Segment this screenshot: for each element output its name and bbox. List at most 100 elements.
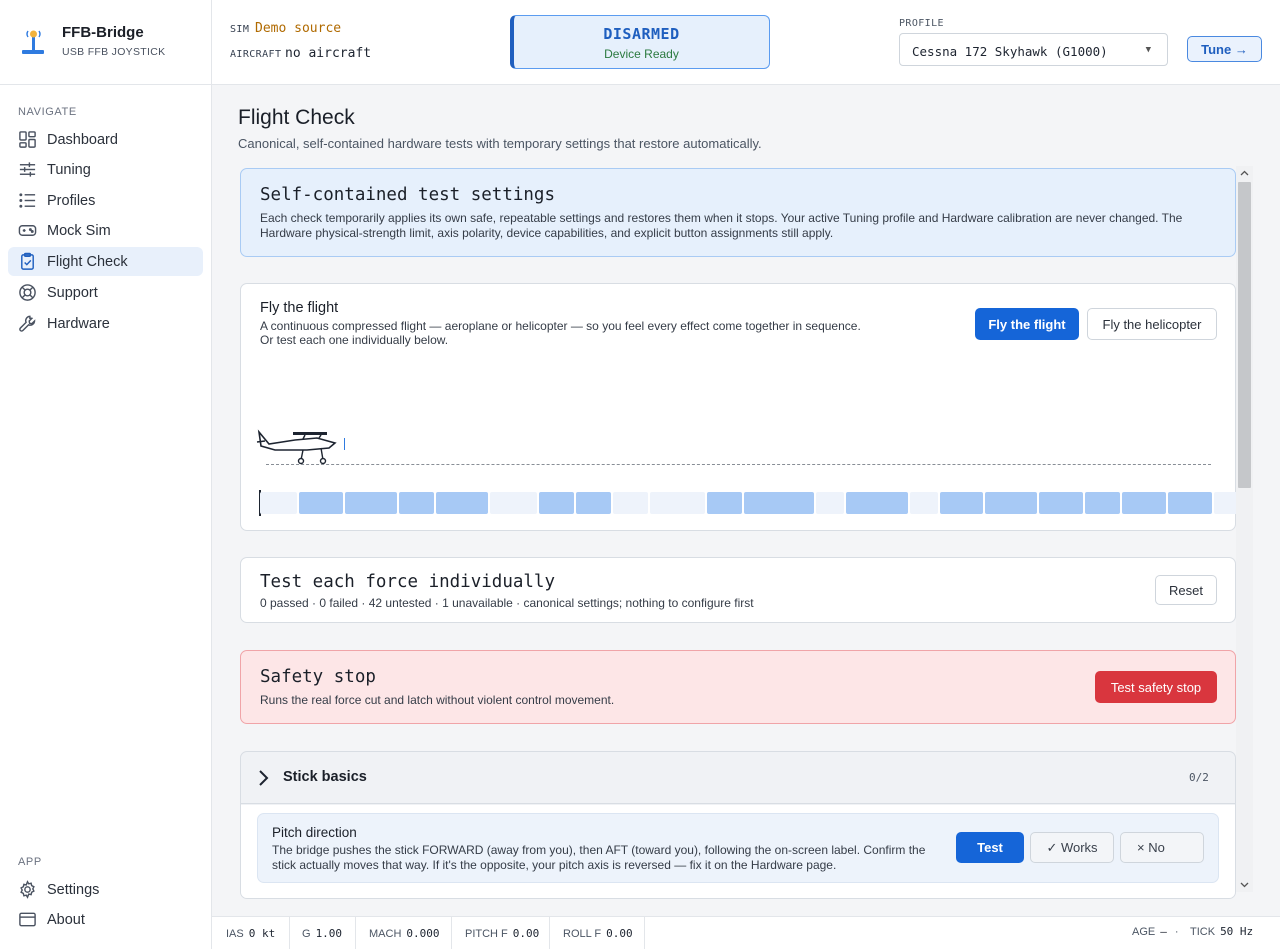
- sidebar-item-hardware[interactable]: Hardware: [8, 309, 203, 338]
- sidebar-item-profiles[interactable]: Profiles: [8, 186, 203, 215]
- aircraft-label: AIRCRAFT: [230, 49, 282, 60]
- timeline-segment: [985, 492, 1037, 514]
- timeline-segment: [576, 492, 611, 514]
- works-button[interactable]: ✓ Works: [1030, 832, 1114, 863]
- divider: [289, 917, 290, 949]
- status-bar: IAS 0 kt G 1.00 MACH 0.000 PITCH F 0.00 ROLL…: [212, 916, 1280, 949]
- individual-tests-summary: 0 passed · 0 failed · 42 untested · 1 un…: [260, 596, 754, 610]
- sidebar-item-support[interactable]: Support: [8, 278, 203, 307]
- timeline-segment: [1085, 492, 1120, 514]
- age-label: AGE: [1132, 926, 1156, 938]
- timeline-segment: [260, 492, 297, 514]
- sidebar-item-label: Mock Sim: [47, 222, 111, 239]
- timeline-segment: [650, 492, 705, 514]
- safety-stop-title: Safety stop: [260, 667, 376, 687]
- timeline-segment: [490, 492, 537, 514]
- scrollbar-thumb[interactable]: [1238, 182, 1251, 488]
- individual-tests-title: Test each force individually: [260, 572, 556, 592]
- ias-value: 0 kt: [248, 927, 276, 940]
- sliders-icon: [19, 162, 36, 177]
- tune-button[interactable]: Tune →: [1187, 36, 1262, 62]
- scroll-up-icon[interactable]: [1240, 170, 1249, 176]
- device-state: Device Ready: [604, 47, 679, 61]
- sidebar-item-label: Hardware: [47, 315, 110, 332]
- roll-force-label: ROLL F: [563, 928, 602, 940]
- test-settings-title: Self-contained test settings: [260, 185, 556, 205]
- sidebar-item-label: Support: [47, 284, 98, 301]
- profile-select[interactable]: Cessna 172 Skyhawk (G1000) ▼: [899, 33, 1168, 66]
- mach-value: 0.000: [406, 927, 440, 940]
- scroll-down-icon[interactable]: [1240, 882, 1249, 888]
- sidebar-item-label: Profiles: [47, 192, 96, 209]
- timeline-segment: [1039, 492, 1083, 514]
- timeline-segment: [436, 492, 488, 514]
- flight-path-line: [266, 464, 1211, 465]
- sidebar-item-dashboard[interactable]: Dashboard: [8, 125, 203, 154]
- pitch-force-label: PITCH F: [465, 928, 508, 940]
- timeline-segment: [744, 492, 814, 514]
- sim-label: SIM: [230, 24, 250, 35]
- group-title: Stick basics: [283, 769, 367, 785]
- timeline-segment: [707, 492, 742, 514]
- mach-readout: MACH 0.000: [369, 927, 440, 940]
- reset-button[interactable]: Reset: [1155, 575, 1217, 605]
- sidebar-item-label: Dashboard: [47, 131, 118, 148]
- main-content: Flight Check Canonical, self-contained h…: [212, 86, 1280, 916]
- ias-readout: IAS 0 kt: [226, 927, 275, 940]
- chevron-right-icon: [259, 770, 269, 786]
- timeline-segment: [1168, 492, 1212, 514]
- no-button[interactable]: × No: [1120, 832, 1204, 863]
- fly-the-flight-desc-1: A continuous compressed flight — aeropla…: [260, 319, 861, 333]
- joystick-logo-icon: [22, 30, 44, 54]
- timeline-segment: [613, 492, 648, 514]
- safety-stop-card: Safety stop Runs the real force cut and …: [240, 650, 1236, 724]
- sim-value: Demo source: [255, 21, 342, 36]
- timeline-segment: [910, 492, 938, 514]
- gamepad-icon: [18, 225, 37, 236]
- test-settings-body: Each check temporarily applies its own s…: [260, 211, 1183, 240]
- timeline-segment: [399, 492, 434, 514]
- page-title: Flight Check: [238, 106, 355, 129]
- timeline-segment: [299, 492, 343, 514]
- app-name: FFB-Bridge: [62, 24, 144, 41]
- sidebar-item-tuning[interactable]: Tuning: [8, 155, 203, 184]
- profile-select-value: Cessna 172 Skyhawk (G1000): [912, 44, 1108, 59]
- divider: [355, 917, 356, 949]
- test-item-desc: The bridge pushes the stick FORWARD (awa…: [272, 843, 926, 872]
- group-header[interactable]: Stick basics 0/2: [241, 752, 1235, 804]
- arm-status-panel: DISARMED Device Ready: [510, 15, 770, 69]
- g-label: G: [302, 928, 311, 940]
- app-section-label: APP: [18, 856, 42, 868]
- fly-the-flight-button[interactable]: Fly the flight: [975, 308, 1079, 340]
- chevron-down-icon: ▼: [1145, 45, 1151, 55]
- sidebar-item-label: Settings: [47, 881, 100, 898]
- fly-the-helicopter-button[interactable]: Fly the helicopter: [1087, 308, 1217, 340]
- airplane-icon: [256, 429, 345, 465]
- g-value: 1.00: [315, 927, 343, 940]
- timeline-segment: [345, 492, 397, 514]
- dashboard-icon: [19, 131, 36, 148]
- fly-the-flight-desc-2: Or test each one individually below.: [260, 333, 449, 347]
- sidebar-item-label: About: [47, 911, 85, 928]
- sidebar-item-about[interactable]: About: [8, 905, 203, 934]
- test-button[interactable]: Test: [956, 832, 1024, 863]
- individual-tests-card: Test each force individually 0 passed · …: [240, 557, 1236, 623]
- content-scrollbar[interactable]: [1236, 166, 1253, 892]
- sidebar-item-settings[interactable]: Settings: [8, 875, 203, 904]
- sidebar-item-mock-sim[interactable]: Mock Sim: [8, 216, 203, 245]
- profile-label: PROFILE: [899, 18, 944, 29]
- roll-force-readout: ROLL F 0.00: [563, 927, 633, 940]
- pitch-force-value: 0.00: [512, 927, 540, 940]
- tick-readout: TICK 50 Hz: [1190, 925, 1253, 938]
- app-subtitle: USB FFB JOYSTICK: [62, 46, 166, 58]
- test-safety-stop-button[interactable]: Test safety stop: [1095, 671, 1217, 703]
- aircraft-value: no aircraft: [285, 46, 372, 61]
- timeline-segment: [816, 492, 844, 514]
- clipboard-check-icon: [21, 252, 34, 270]
- group-count: 0/2: [1189, 771, 1209, 784]
- stick-basics-group: Stick basics 0/2 Pitch direction The bri…: [240, 751, 1236, 899]
- gear-icon: [20, 880, 35, 899]
- timeline-segment: [539, 492, 574, 514]
- test-settings-card: Self-contained test settings Each check …: [240, 168, 1236, 257]
- sidebar-item-flight-check[interactable]: Flight Check: [8, 247, 203, 276]
